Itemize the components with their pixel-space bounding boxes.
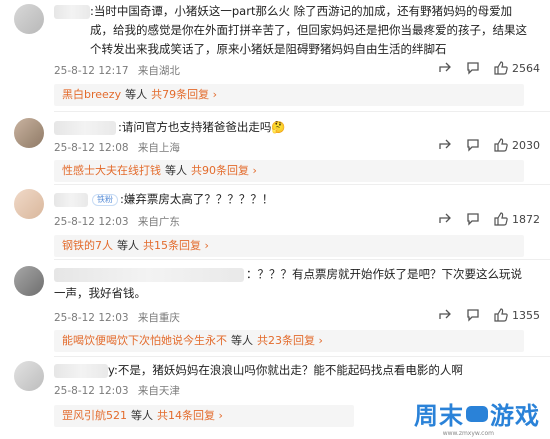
comment-actions: 1355 [438, 308, 540, 322]
username-redacted[interactable] [54, 121, 116, 135]
chevron-right-icon: › [209, 88, 217, 101]
share-icon[interactable] [438, 61, 452, 75]
like-button[interactable]: 1872 [494, 212, 540, 226]
avatar[interactable] [14, 4, 44, 34]
thumbs-up-icon [494, 212, 508, 226]
avatar[interactable] [14, 361, 44, 391]
comment-text: ：？？？有点票房就开始作妖了是吧？下次要这么玩说一声，我好省钱。 [54, 267, 522, 300]
comment-meta: 25-8-12 12:03 来自广东 [54, 214, 186, 229]
like-count: 2030 [512, 138, 540, 152]
fan-badge: 铁粉 [92, 193, 118, 206]
reply-summary[interactable]: 罡风引航521 等人 共14条回复 › [54, 405, 354, 427]
comment-meta: 25-8-12 12:17 来自湖北 [54, 63, 186, 78]
comment-location: 来自上海 [137, 142, 180, 154]
comment-location: 来自湖北 [137, 65, 180, 77]
reply-summary[interactable]: 性感士大夫在线打钱 等人 共90条回复 › [54, 160, 524, 182]
reply-count-link[interactable]: 共90条回复 [191, 164, 249, 177]
comment-meta: 25-8-12 12:08 来自上海 [54, 140, 186, 155]
divider [54, 259, 550, 260]
comment-text: :当时中国奇谭，小猪妖这一part那么火 除了西游记的加成，还有野猪妈妈的母爱加… [90, 4, 527, 56]
comment-icon[interactable] [466, 308, 480, 322]
comment-text: 铁粉:嫌弃票房太高了？？？？？！ [92, 190, 522, 209]
username-redacted[interactable] [54, 364, 108, 378]
thumbs-up-icon [494, 138, 508, 152]
comment-text: :请问官方也支持猪爸爸出走吗🤔 [118, 120, 286, 134]
avatar[interactable] [14, 118, 44, 148]
chevron-right-icon: › [315, 334, 323, 347]
reply-user[interactable]: 能喝饮便喝饮下次怕她说今生永不 [62, 334, 227, 347]
reply-summary[interactable]: 钢铁的7人 等人 共15条回复 › [54, 235, 524, 257]
comment-location: 来自广东 [137, 216, 180, 228]
comment-location: 来自重庆 [137, 312, 180, 324]
comment-icon[interactable] [466, 212, 480, 226]
divider [54, 111, 550, 112]
gamepad-icon [466, 405, 488, 422]
like-button[interactable]: 2030 [494, 138, 540, 152]
avatar[interactable] [14, 266, 44, 296]
thumbs-up-icon [494, 61, 508, 75]
comment-actions: 2564 [438, 61, 540, 75]
reply-count-link[interactable]: 共79条回复 [151, 88, 209, 101]
comment-date: 25-8-12 12:03 [54, 312, 129, 324]
divider [54, 356, 550, 357]
watermark-url: www.zmxyw.com [442, 430, 494, 437]
comment-text: y:不是，猪妖妈妈在浪浪山吗你就出走？能不能起码找点看电影的人啊 [108, 363, 463, 377]
divider [54, 184, 550, 185]
watermark-text-1: 周末 [414, 402, 464, 430]
comment-location: 来自天津 [137, 385, 180, 397]
reply-user[interactable]: 钢铁的7人 [62, 239, 113, 252]
chevron-right-icon: › [201, 239, 209, 252]
comment-date: 25-8-12 12:08 [54, 142, 129, 154]
reply-count-link[interactable]: 共14条回复 [157, 409, 215, 422]
comment-actions: 2030 [438, 138, 540, 152]
thumbs-up-icon [494, 308, 508, 322]
reply-user[interactable]: 性感士大夫在线打钱 [62, 164, 161, 177]
site-watermark: 周末 游戏 www.zmxyw.com [414, 396, 540, 437]
chevron-right-icon: › [249, 164, 257, 177]
comment-meta: 25-8-12 12:03 来自天津 [54, 383, 186, 398]
like-button[interactable]: 1355 [494, 308, 540, 322]
comment-date: 25-8-12 12:17 [54, 65, 129, 77]
chevron-right-icon: › [215, 409, 223, 422]
reply-user[interactable]: 黑白breezy [62, 88, 121, 101]
like-button[interactable]: 2564 [494, 61, 540, 75]
username-redacted[interactable] [54, 5, 90, 19]
comment-icon[interactable] [466, 138, 480, 152]
username-redacted[interactable] [54, 193, 88, 207]
comment-meta: 25-8-12 12:03 来自重庆 [54, 310, 186, 325]
like-count: 1872 [512, 212, 540, 226]
avatar[interactable] [14, 189, 44, 219]
reply-count-link[interactable]: 共15条回复 [143, 239, 201, 252]
reply-user[interactable]: 罡风引航521 [62, 409, 127, 422]
reply-summary[interactable]: 能喝饮便喝饮下次怕她说今生永不 等人 共23条回复 › [54, 330, 524, 352]
share-icon[interactable] [438, 138, 452, 152]
comment-icon[interactable] [466, 61, 480, 75]
comment-actions: 1872 [438, 212, 540, 226]
share-icon[interactable] [438, 212, 452, 226]
reply-count-link[interactable]: 共23条回复 [257, 334, 315, 347]
watermark-text-2: 游戏 [490, 402, 540, 430]
share-icon[interactable] [438, 308, 452, 322]
reply-summary[interactable]: 黑白breezy 等人 共79条回复 › [54, 84, 524, 106]
like-count: 1355 [512, 308, 540, 322]
comment-date: 25-8-12 12:03 [54, 216, 129, 228]
comment-date: 25-8-12 12:03 [54, 385, 129, 397]
like-count: 2564 [512, 61, 540, 75]
